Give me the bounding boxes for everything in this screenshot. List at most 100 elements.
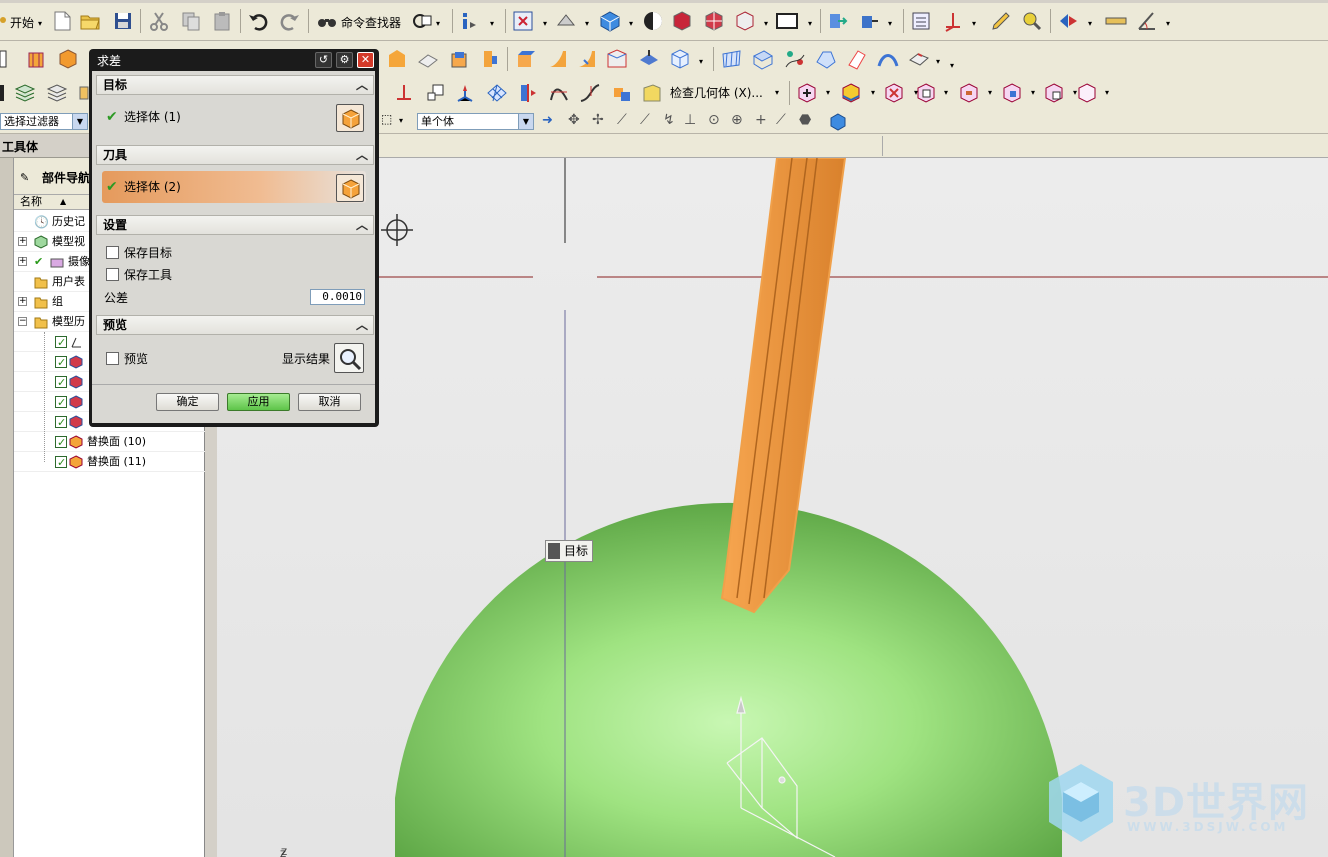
copy-icon[interactable] <box>180 10 202 32</box>
orient-dropdown-icon[interactable]: ▾ <box>585 19 589 28</box>
spline-icon[interactable] <box>579 82 601 104</box>
layers-icon[interactable] <box>14 82 36 104</box>
tolerance-input[interactable]: 0.0010 <box>310 289 365 305</box>
assembly-icon[interactable] <box>910 10 932 32</box>
select-box-dropdown-icon[interactable]: ▾ <box>399 116 403 125</box>
sort-icon[interactable]: ▲ <box>60 195 66 209</box>
snap-quadrant-icon[interactable]: ⊙ <box>708 112 720 128</box>
visibility-checkbox[interactable] <box>55 393 67 413</box>
snap-icon[interactable] <box>1057 10 1079 32</box>
open-folder-icon[interactable] <box>79 10 101 32</box>
check-geometry-icon[interactable] <box>641 82 663 104</box>
assembly-replace-icon[interactable] <box>958 82 980 104</box>
move-face-icon[interactable] <box>826 10 848 32</box>
measure-angle-icon[interactable] <box>1136 10 1158 32</box>
tool-section-header[interactable]: 刀具 ︿ <box>96 145 374 165</box>
cut-icon[interactable] <box>148 10 170 32</box>
nav-item-replace-face-11[interactable]: 替换面 (11) <box>14 452 205 473</box>
select-tool-body[interactable]: ✔ 选择体 (2) <box>102 171 366 203</box>
settings-section-header[interactable]: 设置 ︿ <box>96 215 374 235</box>
expand-icon[interactable]: + <box>18 297 27 306</box>
snap-circle-icon[interactable]: ⊕ <box>731 112 743 128</box>
assembly-explode-icon[interactable] <box>1001 82 1023 104</box>
command-finder-button[interactable]: 命令查找器 <box>341 14 401 31</box>
edit-object-icon[interactable] <box>990 10 1012 32</box>
curve-icon[interactable] <box>548 82 570 104</box>
offset-surface-icon[interactable] <box>846 48 868 70</box>
revolve-icon[interactable] <box>57 48 79 70</box>
offset-face-icon[interactable] <box>858 10 880 32</box>
select-body-button[interactable] <box>336 104 364 132</box>
surface-icon[interactable] <box>721 48 743 70</box>
preview-checkbox[interactable] <box>106 352 119 365</box>
snap-face-icon[interactable]: ⬣ <box>799 112 811 128</box>
surface-dropdown-icon[interactable]: ▾ <box>936 57 940 66</box>
point-icon[interactable] <box>454 82 476 104</box>
select-box-icon[interactable]: ⬚ <box>381 112 392 126</box>
pin-icon[interactable]: ✎ <box>20 158 29 198</box>
shaded-cube-icon[interactable] <box>599 10 621 32</box>
sequence-dropdown-icon[interactable]: ▾ <box>1105 88 1109 97</box>
apply-button[interactable]: 应用 <box>227 393 290 411</box>
assembly-clearance-icon[interactable] <box>1043 82 1065 104</box>
cancel-button[interactable]: 取消 <box>298 393 361 411</box>
chamfer-icon[interactable] <box>417 48 439 70</box>
display-mode-icon[interactable] <box>411 10 433 32</box>
studio-surface-icon[interactable] <box>815 48 837 70</box>
point-set-icon[interactable] <box>425 82 447 104</box>
assembly-copy-icon[interactable] <box>915 82 937 104</box>
settings-gear-icon[interactable]: ⚙ <box>336 52 353 68</box>
select-target-body[interactable]: ✔ 选择体 (1) <box>102 101 366 133</box>
start-menu-button[interactable]: 开始 <box>10 14 34 31</box>
measure-dropdown-icon[interactable]: ▾ <box>1166 19 1170 28</box>
wcs-dropdown-icon[interactable]: ▾ <box>972 19 976 28</box>
display-dropdown-icon[interactable]: ▾ <box>436 19 440 28</box>
subtract-icon[interactable] <box>546 48 568 70</box>
wcs-icon[interactable] <box>942 10 964 32</box>
close-icon[interactable]: ✕ <box>357 52 374 68</box>
filter-apply-icon[interactable]: ➜ <box>542 113 553 128</box>
datum-icon[interactable] <box>393 82 415 104</box>
collapse-target-icon[interactable]: ︿ <box>353 76 371 94</box>
graphics-window[interactable]: Z 目标 Z 3D世界网 WWW.3DSJW.COM <box>217 158 1328 857</box>
ok-button[interactable]: 确定 <box>156 393 219 411</box>
replace-dropdown-icon[interactable]: ▾ <box>988 88 992 97</box>
thru-curves-icon[interactable] <box>784 48 806 70</box>
visibility-checkbox[interactable] <box>55 453 67 473</box>
trim-body-icon[interactable] <box>606 48 628 70</box>
expand-icon[interactable]: + <box>18 237 27 246</box>
draft-icon[interactable] <box>478 48 500 70</box>
render-dropdown-icon[interactable]: ▾ <box>629 19 633 28</box>
select-body-button[interactable] <box>336 174 364 202</box>
red-box-grid-icon[interactable] <box>703 10 725 32</box>
extension-icon[interactable] <box>908 48 930 70</box>
selection-scope-dropdown[interactable]: 单个体 ▼ <box>417 113 534 130</box>
keep-target-checkbox[interactable] <box>106 246 119 259</box>
sketch-icon[interactable] <box>0 48 22 70</box>
visibility-checkbox[interactable] <box>55 373 67 393</box>
unite-icon[interactable] <box>514 48 536 70</box>
layer-settings-icon[interactable] <box>46 82 68 104</box>
face-dropdown-icon[interactable]: ▾ <box>888 19 892 28</box>
selection-filter-dropdown[interactable]: 选择过滤器 ▼ <box>0 113 88 130</box>
visibility-checkbox[interactable] <box>55 413 67 433</box>
filter-arrow-icon[interactable]: ▼ <box>72 114 87 129</box>
resource-bar[interactable] <box>0 158 14 857</box>
scope-arrow-icon[interactable]: ▼ <box>518 114 533 129</box>
visibility-checkbox[interactable] <box>55 433 67 453</box>
orient-view-icon[interactable] <box>555 10 577 32</box>
snap-line-icon[interactable]: ⟋ <box>617 112 627 128</box>
intersect-icon[interactable] <box>576 48 598 70</box>
info-icon[interactable] <box>458 10 480 32</box>
surface-more-icon[interactable]: ▾ <box>950 61 954 70</box>
binoculars-icon[interactable] <box>316 10 338 32</box>
snap-mid-icon[interactable]: ✢ <box>592 112 604 128</box>
mesh-surface-icon[interactable] <box>752 48 774 70</box>
snap-control-icon[interactable]: ⟋ <box>640 112 650 128</box>
undo-icon[interactable] <box>247 10 269 32</box>
pattern-icon[interactable] <box>486 82 508 104</box>
start-dropdown-icon[interactable]: ▾ <box>38 19 42 28</box>
snap-body-icon[interactable] <box>829 113 847 131</box>
redo-icon[interactable] <box>279 10 301 32</box>
preview-section-header[interactable]: 预览 ︿ <box>96 315 374 335</box>
